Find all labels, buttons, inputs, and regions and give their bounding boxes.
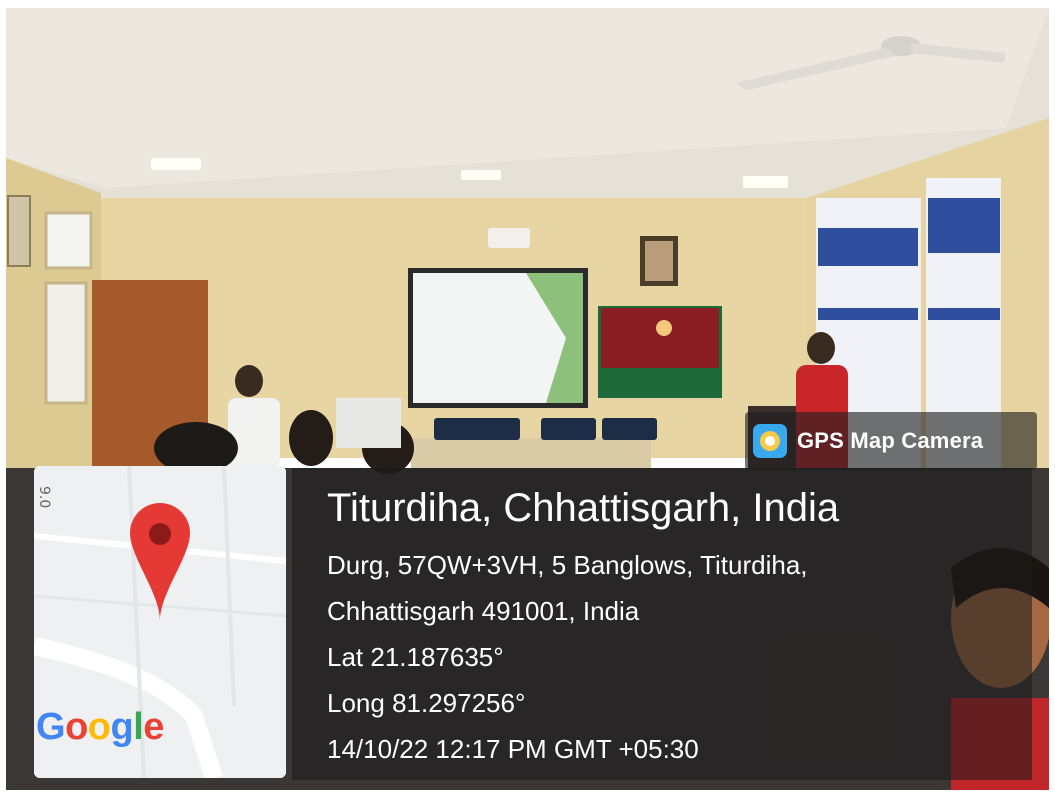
google-letter: l: [133, 706, 144, 748]
banner: [601, 308, 719, 368]
window-left-lower: [44, 281, 88, 405]
projector: [488, 228, 530, 248]
timestamp: 14/10/22 12:17 PM GMT +05:30: [327, 734, 699, 764]
google-letter: o: [87, 706, 111, 748]
address-line-1: Durg, 57QW+3VH, 5 Banglows, Titurdiha,: [327, 550, 808, 580]
chair: [541, 418, 596, 440]
chair: [468, 418, 520, 440]
place-title: Titurdiha, Chhattisgarh, India: [327, 486, 840, 530]
gps-map-camera-badge: GPS Map Camera: [745, 412, 1037, 470]
banner-emblem: [656, 320, 672, 336]
google-letter: e: [143, 706, 164, 748]
window-left: [44, 211, 93, 270]
ceiling-light: [461, 170, 501, 180]
chair: [602, 418, 657, 440]
curtain-pattern: [818, 228, 918, 266]
camera-app-icon: [753, 424, 787, 458]
longitude: Long 81.297256°: [327, 688, 526, 718]
google-letter: g: [110, 706, 134, 748]
curtain-pattern: [928, 308, 1000, 320]
person-shirt: [228, 398, 280, 468]
curtain-pattern: [928, 198, 1000, 253]
address-line-2: Chhattisgarh 491001, India: [327, 596, 640, 626]
portrait: [645, 241, 673, 281]
wall-frame: [7, 195, 31, 267]
ceiling-light: [743, 176, 788, 188]
app-name: GPS Map Camera: [797, 428, 984, 453]
google-letter: G: [36, 706, 66, 748]
location-info: Titurdiha, Chhattisgarh, India Durg, 57Q…: [327, 480, 839, 772]
latitude: Lat 21.187635°: [327, 642, 504, 672]
person-head: [235, 365, 263, 397]
svg-text:9.0: 9.0: [36, 486, 52, 508]
google-letter: o: [65, 706, 88, 748]
curtain-pattern: [818, 308, 918, 320]
ceiling-light: [151, 158, 201, 170]
speaker-head: [807, 332, 835, 364]
map-thumbnail: 9.0 Google: [34, 466, 286, 778]
google-logo: Google: [36, 706, 164, 749]
audience-head: [289, 410, 333, 466]
standing-banner: [336, 398, 401, 448]
front-table: [411, 438, 651, 468]
photo-frame: GPS Map Camera 9.0 Google Titurdiha, Chh…: [0, 0, 1055, 797]
